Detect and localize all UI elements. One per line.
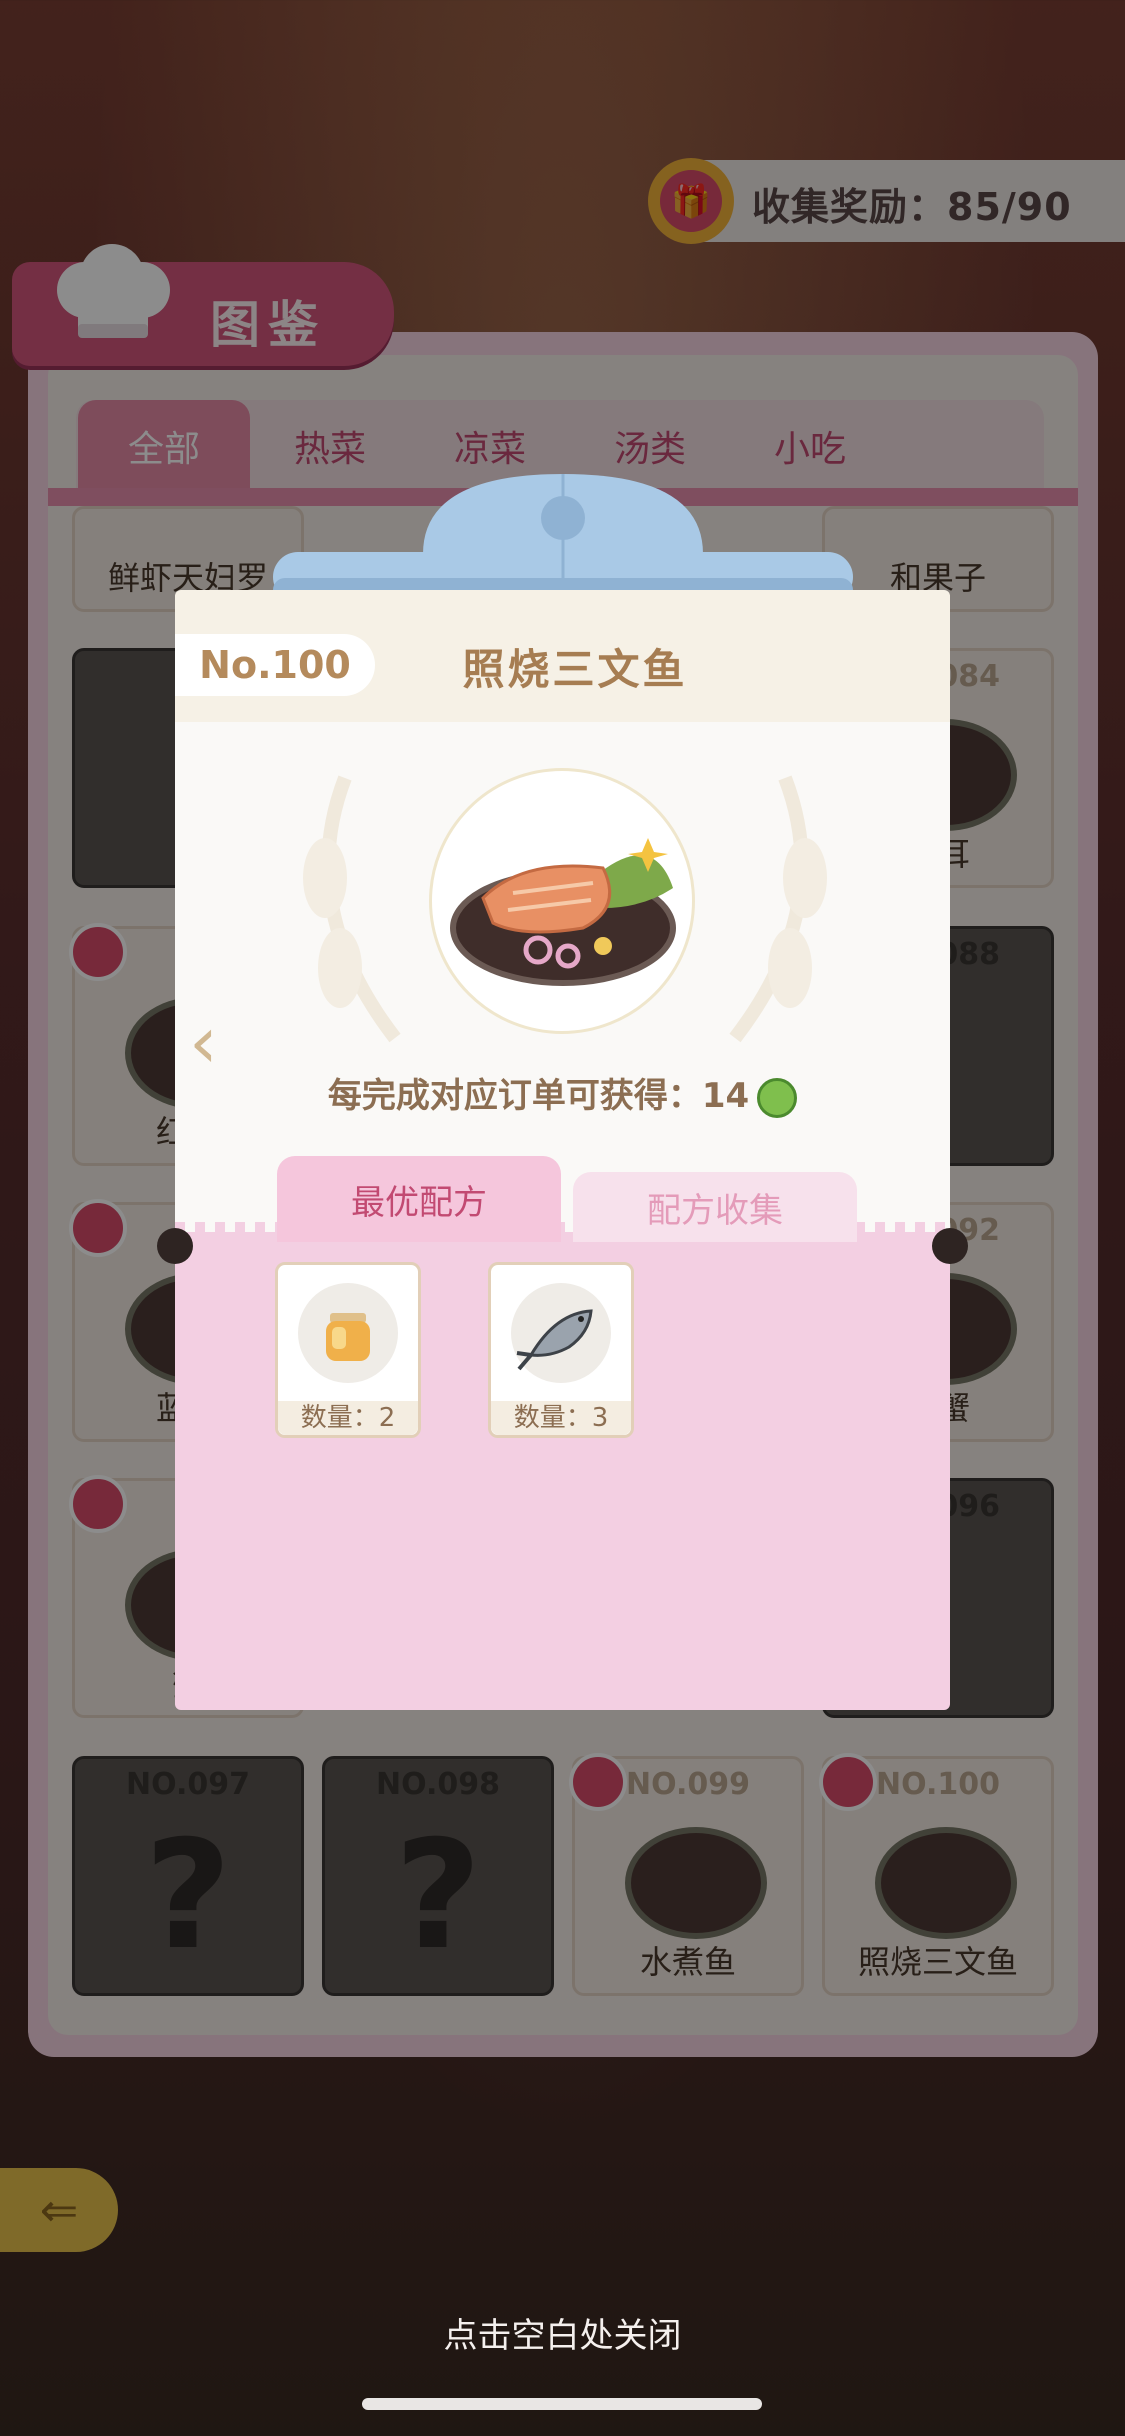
order-reward-text: 每完成对应订单可获得：14 <box>327 1076 750 1116</box>
honey-jar-icon <box>326 1313 370 1361</box>
ticket-notch-left <box>157 1228 193 1264</box>
fish-icon <box>516 1309 593 1371</box>
tab-best-recipe[interactable]: 最优配方 <box>277 1156 561 1242</box>
ingredient-quantity: 数量：3 <box>491 1401 631 1435</box>
dish-number-badge: No.100 <box>175 634 375 696</box>
close-hint[interactable]: 点击空白处关闭 <box>0 2308 1125 2357</box>
dish-detail-modal: No.100 照烧三文鱼 ‹ 每完成对应订单可获得：14 最优配方 配方收集 数… <box>157 474 968 1710</box>
dish-title: 照烧三文鱼 <box>462 645 688 694</box>
teriyaki-salmon-image <box>450 838 676 986</box>
ingredient-quantity: 数量：2 <box>278 1401 418 1435</box>
ingredient-card[interactable]: 数量：2 <box>275 1262 421 1438</box>
coin-icon <box>757 1077 798 1118</box>
ingredient-circle <box>511 1283 611 1383</box>
ingredient-circle <box>298 1283 398 1383</box>
home-indicator[interactable] <box>362 2398 762 2410</box>
ingredient-card[interactable]: 数量：3 <box>488 1262 634 1438</box>
clipboard-clip-icon <box>273 474 853 602</box>
ticket-notch-right <box>932 1228 968 1264</box>
tab-recipe-collection[interactable]: 配方收集 <box>573 1172 857 1242</box>
order-reward-row: 每完成对应订单可获得：14 <box>175 1068 950 1118</box>
